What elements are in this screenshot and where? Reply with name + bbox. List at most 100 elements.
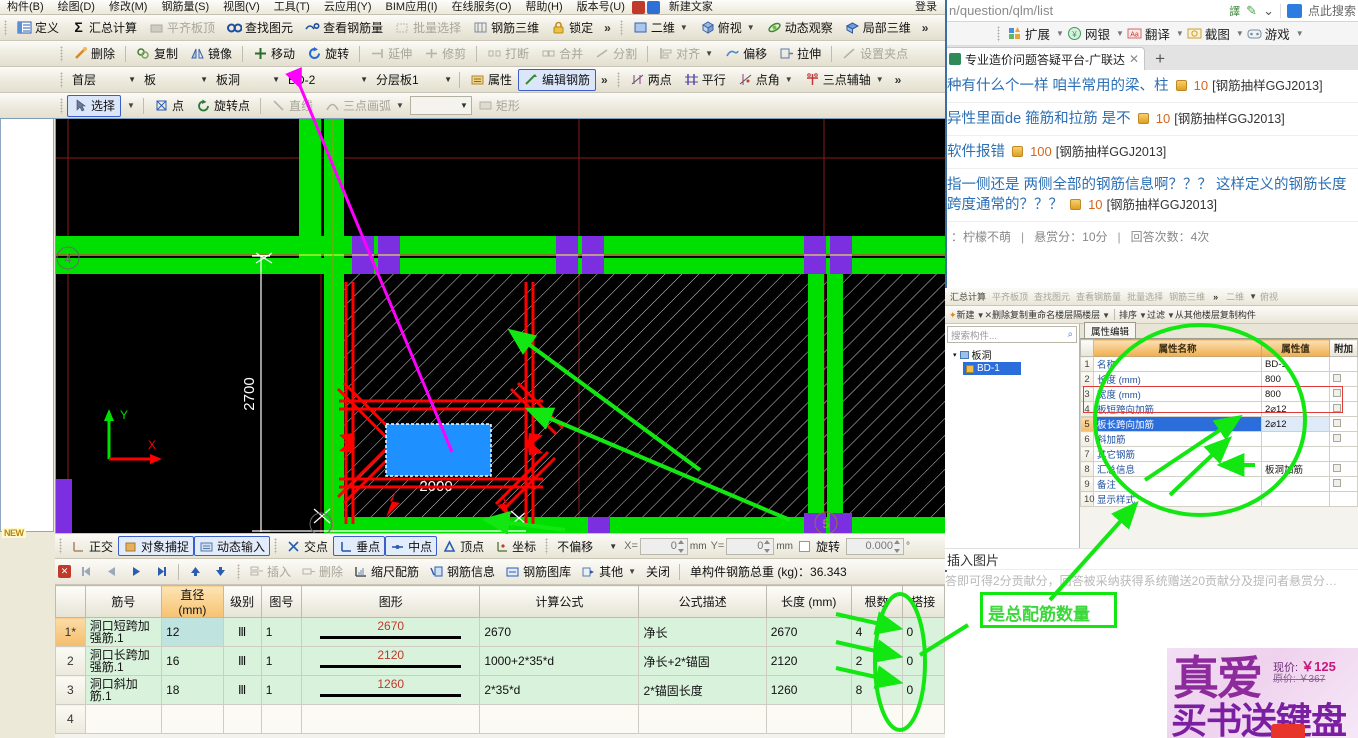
stretch-button[interactable]: 拉伸 (773, 43, 827, 65)
cell-figure-no[interactable]: 1 (260, 617, 303, 647)
extensions-toolbar[interactable]: 扩展 ▼ ¥ 网银 ▼ Aa 翻译 ▼ 截图 ▼ 游戏 ▼ (947, 22, 1358, 46)
table-row[interactable]: 2 洞口长跨加强筋.1 16 Ⅲ 1 2120 1000+2*35*d 净长+2… (55, 646, 945, 676)
move-up-button[interactable] (183, 561, 208, 583)
summary-calc-button[interactable]: Σ 汇总计算 (65, 17, 143, 39)
cell-count[interactable]: 8 (850, 675, 903, 705)
snap-group-grip[interactable] (274, 538, 278, 554)
cell-shape[interactable]: 2670 (301, 617, 481, 647)
element-type-selector[interactable]: 板洞 ▼ (211, 70, 283, 89)
draw-toolbar-grip[interactable] (60, 97, 63, 114)
cad-drawing-canvas[interactable]: 2700 2000 5 4 Y X (55, 119, 945, 533)
list-item[interactable]: 异性里面de 箍筋和拉筋 是不 10 [钢筋抽样GGJ2013] (947, 103, 1358, 136)
local-3d-button[interactable]: 局部三维 (839, 17, 917, 39)
axis-toolbar-grip[interactable] (616, 71, 620, 88)
main-toolbar[interactable]: 定义 Σ 汇总计算 平齐板顶 查找图元 查看钢筋量 批量选择 钢筋三维 锁定 »… (0, 15, 945, 41)
chevron-down-icon[interactable]: ▼ (785, 75, 793, 84)
offset-group-grip[interactable] (545, 538, 549, 554)
menu-item-modify[interactable]: 修改(M) (102, 0, 155, 14)
chevron-down-icon[interactable]: ▼ (200, 75, 208, 84)
cell-lap[interactable] (901, 704, 945, 734)
mirror-button[interactable]: 镜像 (184, 43, 238, 65)
menu-item-version[interactable]: 版本号(U) (570, 0, 632, 14)
table-row[interactable]: 4 (55, 704, 945, 734)
midpoint-snap-toggle[interactable]: 中点 (385, 536, 438, 556)
chevron-down-icon[interactable]: ▼ (876, 75, 884, 84)
cell-count[interactable]: 2 (850, 646, 903, 676)
rebar-editor-toolbar[interactable]: ✕ 插入 删除 缩尺配筋 钢筋信息 钢筋图库 其他 ▼ 关闭 单构件钢筋总重 (… (55, 559, 945, 585)
cell-lap[interactable]: 0 (901, 617, 945, 647)
search-engine-icon[interactable] (1286, 3, 1302, 18)
cell-figure-no[interactable] (260, 704, 303, 734)
modify-toolbar[interactable]: 删除 复制 镜像 移动 旋转 延伸 修剪 打断 合并 分割 对齐 ▼ 偏移 拉伸… (0, 41, 945, 67)
cell-length[interactable]: 2120 (765, 646, 852, 676)
menu-item-online-service[interactable]: 在线服务(O) (444, 0, 518, 14)
point-angle-button[interactable]: 点角 ▼ (732, 69, 799, 91)
cell-formula-desc[interactable]: 净长+2*锚固 (638, 646, 767, 676)
rotate-checkbox[interactable] (799, 540, 810, 552)
cell-length[interactable]: 1260 (765, 675, 852, 705)
tab-active[interactable]: 专业造价问题答疑平台-广联达 ✕ (947, 47, 1146, 70)
cell-length[interactable]: 2670 (765, 617, 852, 647)
move-down-button[interactable] (208, 561, 233, 583)
cell-diameter[interactable] (161, 704, 224, 734)
tab-strip[interactable]: 专业造价问题答疑平台-广联达 ✕ + (947, 46, 1358, 70)
chevron-down-icon[interactable]: ▼ (123, 101, 139, 110)
cell-rebar-no[interactable]: 洞口短跨加强筋.1 (84, 617, 163, 647)
status-grip[interactable] (59, 538, 62, 554)
draw-toolbar[interactable]: 选择 ▼ 点 旋转点 直线 三点画弧 ▼ ▼ 矩形 (0, 93, 945, 119)
rebar-editor-panel[interactable]: ✕ 插入 删除 缩尺配筋 钢筋信息 钢筋图库 其他 ▼ 关闭 单构件钢筋总重 (… (55, 559, 945, 738)
cell-diameter[interactable]: 16 (161, 646, 224, 676)
left-tree-panel[interactable] (0, 119, 54, 532)
menu-item-tools[interactable]: 工具(T) (267, 0, 317, 14)
chevron-down-icon[interactable]: ▼ (705, 49, 713, 58)
cell-count[interactable]: 4 (850, 617, 903, 647)
menu-item-component[interactable]: 构件(B) (0, 0, 51, 14)
draw-extra-dropdown[interactable]: ▼ (409, 96, 472, 115)
cell-formula-desc[interactable] (638, 704, 767, 734)
offset-button[interactable]: 偏移 (719, 43, 773, 65)
floor-selector[interactable]: 首层 ▼ (67, 70, 139, 89)
cell-formula-desc[interactable]: 净长 (638, 617, 767, 647)
cell-grade[interactable]: Ⅲ (222, 646, 262, 676)
component-selector[interactable]: BD-2 ▼ (283, 70, 371, 89)
extensions-grip[interactable] (997, 25, 1000, 42)
menu-item-bim[interactable]: BIM应用(I) (379, 0, 445, 14)
cell-grade[interactable] (222, 704, 262, 734)
menu-item-view[interactable]: 视图(V) (216, 0, 267, 14)
parallel-axis-button[interactable]: 平行 (678, 69, 732, 91)
table-row[interactable]: 1* 洞口短跨加强筋.1 12 Ⅲ 1 2670 2670 净长 2670 4 … (55, 617, 945, 647)
prev-record-button[interactable] (99, 561, 124, 583)
chevron-down-icon[interactable]: ▼ (680, 23, 688, 32)
cell-rebar-no[interactable]: 洞口斜加筋.1 (84, 675, 163, 705)
cell-shape[interactable]: 1260 (301, 675, 481, 705)
find-element-button[interactable]: 查找图元 (221, 17, 299, 39)
edit-rebar-button[interactable]: 编辑钢筋 (518, 68, 597, 91)
cell-rebar-no[interactable]: 洞口长跨加强筋.1 (84, 646, 163, 676)
cell-formula[interactable] (479, 704, 640, 734)
cell-formula[interactable]: 2*35*d (479, 675, 640, 705)
y-spinner[interactable] (764, 539, 772, 553)
offset-mode-selector[interactable]: 不偏移 ▼ (552, 537, 620, 556)
menu-item-rebar[interactable]: 钢筋量(S) (154, 0, 216, 14)
define-button[interactable]: 定义 (11, 17, 65, 39)
chevron-down-icon[interactable]: ▼ (1056, 29, 1064, 38)
rotate-point-tool-button[interactable]: 旋转点 (190, 95, 256, 117)
dynamic-input-toggle[interactable]: 动态输入 (194, 536, 271, 556)
move-button[interactable]: 移动 (247, 43, 301, 65)
chevron-down-icon[interactable]: ▼ (747, 23, 755, 32)
x-spinner[interactable] (677, 539, 686, 553)
cell-formula[interactable]: 2670 (479, 617, 640, 647)
top-view-button[interactable]: 俯视 ▼ (694, 17, 761, 39)
chevron-down-icon[interactable]: ▼ (609, 542, 617, 551)
three-point-axis-button[interactable]: 三点辅轴 ▼ (799, 69, 890, 91)
rebar-info-button[interactable]: 钢筋信息 (424, 561, 500, 583)
list-item[interactable]: 种有什么个一样 咱半常用的梁、柱 10 [钢筋抽样GGJ2013] (947, 70, 1358, 103)
intersection-snap-toggle[interactable]: 交点 (281, 536, 333, 556)
extensions-button[interactable]: 扩展 ▼ (1007, 24, 1064, 43)
chevron-down-icon[interactable]: ▼ (360, 75, 368, 84)
modify-toolbar-grip[interactable] (60, 45, 63, 62)
table-row[interactable]: 3 洞口斜加筋.1 18 Ⅲ 1 1260 2*35*d 2*锚固长度 1260… (55, 675, 945, 705)
rebar-table[interactable]: 筋号 直径 (mm) 级别 图号 图形 计算公式 公式描述 长度 (mm) 根数… (55, 585, 945, 734)
cell-shape[interactable] (301, 704, 481, 734)
select-tool-button[interactable]: 选择 (67, 94, 122, 117)
